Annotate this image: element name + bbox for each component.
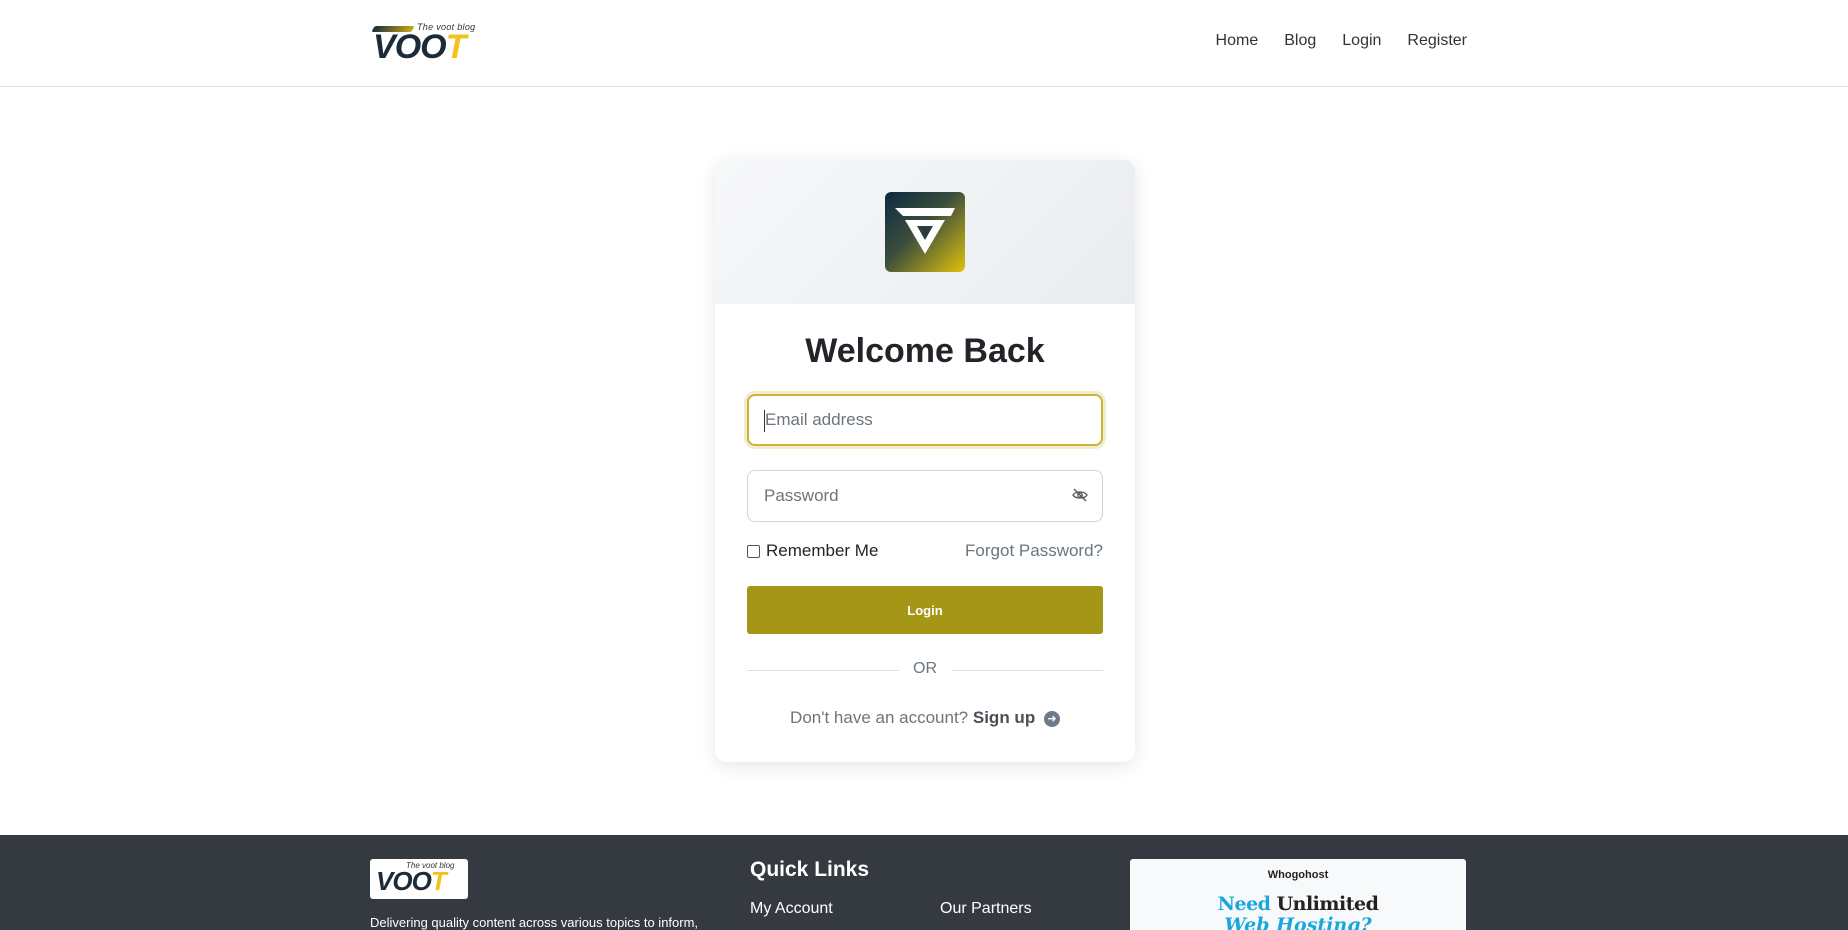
login-card: Welcome Back Remember Me Forgot Password… bbox=[715, 160, 1135, 762]
login-button[interactable]: Login bbox=[747, 586, 1103, 634]
password-input[interactable] bbox=[764, 471, 1064, 521]
brand-logo[interactable]: The voot blog VOOT bbox=[371, 22, 489, 66]
footer-description: Delivering quality content across variou… bbox=[370, 915, 699, 930]
nav-register[interactable]: Register bbox=[1407, 32, 1467, 50]
site-header: The voot blog VOOT Home Blog Login Regis… bbox=[0, 0, 1848, 87]
footer-logo[interactable]: The voot blog VOOT bbox=[370, 859, 468, 899]
footer-logo-wordmark: VOOT bbox=[376, 866, 447, 896]
password-field[interactable] bbox=[747, 470, 1103, 522]
login-title: Welcome Back bbox=[805, 332, 1045, 370]
ad-headline-line2: Web Hosting? bbox=[1224, 914, 1372, 930]
logo-wordmark: VOOT bbox=[373, 28, 466, 66]
main-nav: Home Blog Login Register bbox=[1216, 32, 1467, 50]
or-separator: OR bbox=[913, 660, 937, 677]
footer-link-my-account[interactable]: My Account bbox=[750, 900, 833, 918]
signup-prompt: Don't have an account? bbox=[790, 708, 969, 727]
hosting-ad-banner[interactable]: Whogohost Need Unlimited Web Hosting? bbox=[1130, 859, 1466, 930]
remember-checkbox[interactable] bbox=[747, 544, 760, 558]
nav-login[interactable]: Login bbox=[1342, 32, 1381, 50]
site-footer: The voot blog VOOT Delivering quality co… bbox=[0, 835, 1848, 930]
ad-headline: Need Unlimited bbox=[1217, 893, 1379, 915]
remember-label: Remember Me bbox=[766, 541, 879, 560]
email-field[interactable] bbox=[747, 394, 1103, 446]
email-input[interactable] bbox=[765, 396, 1065, 444]
eye-slash-icon[interactable] bbox=[1072, 488, 1088, 507]
signup-link[interactable]: Sign up bbox=[973, 708, 1035, 727]
remember-me[interactable]: Remember Me bbox=[747, 541, 878, 561]
quick-links-title: Quick Links bbox=[750, 858, 870, 881]
forgot-password-link[interactable]: Forgot Password? bbox=[965, 541, 1103, 561]
divider-right bbox=[952, 670, 1103, 671]
signup-row: Don't have an account? Sign up ➜ bbox=[715, 708, 1135, 728]
nav-blog[interactable]: Blog bbox=[1284, 32, 1316, 50]
nav-home[interactable]: Home bbox=[1216, 32, 1259, 50]
arrow-right-circle-icon[interactable]: ➜ bbox=[1043, 711, 1060, 727]
app-logo-icon bbox=[885, 192, 965, 272]
footer-link-our-partners[interactable]: Our Partners bbox=[940, 900, 1032, 918]
card-header bbox=[715, 160, 1135, 304]
ad-brand: Whogohost bbox=[1267, 869, 1329, 881]
